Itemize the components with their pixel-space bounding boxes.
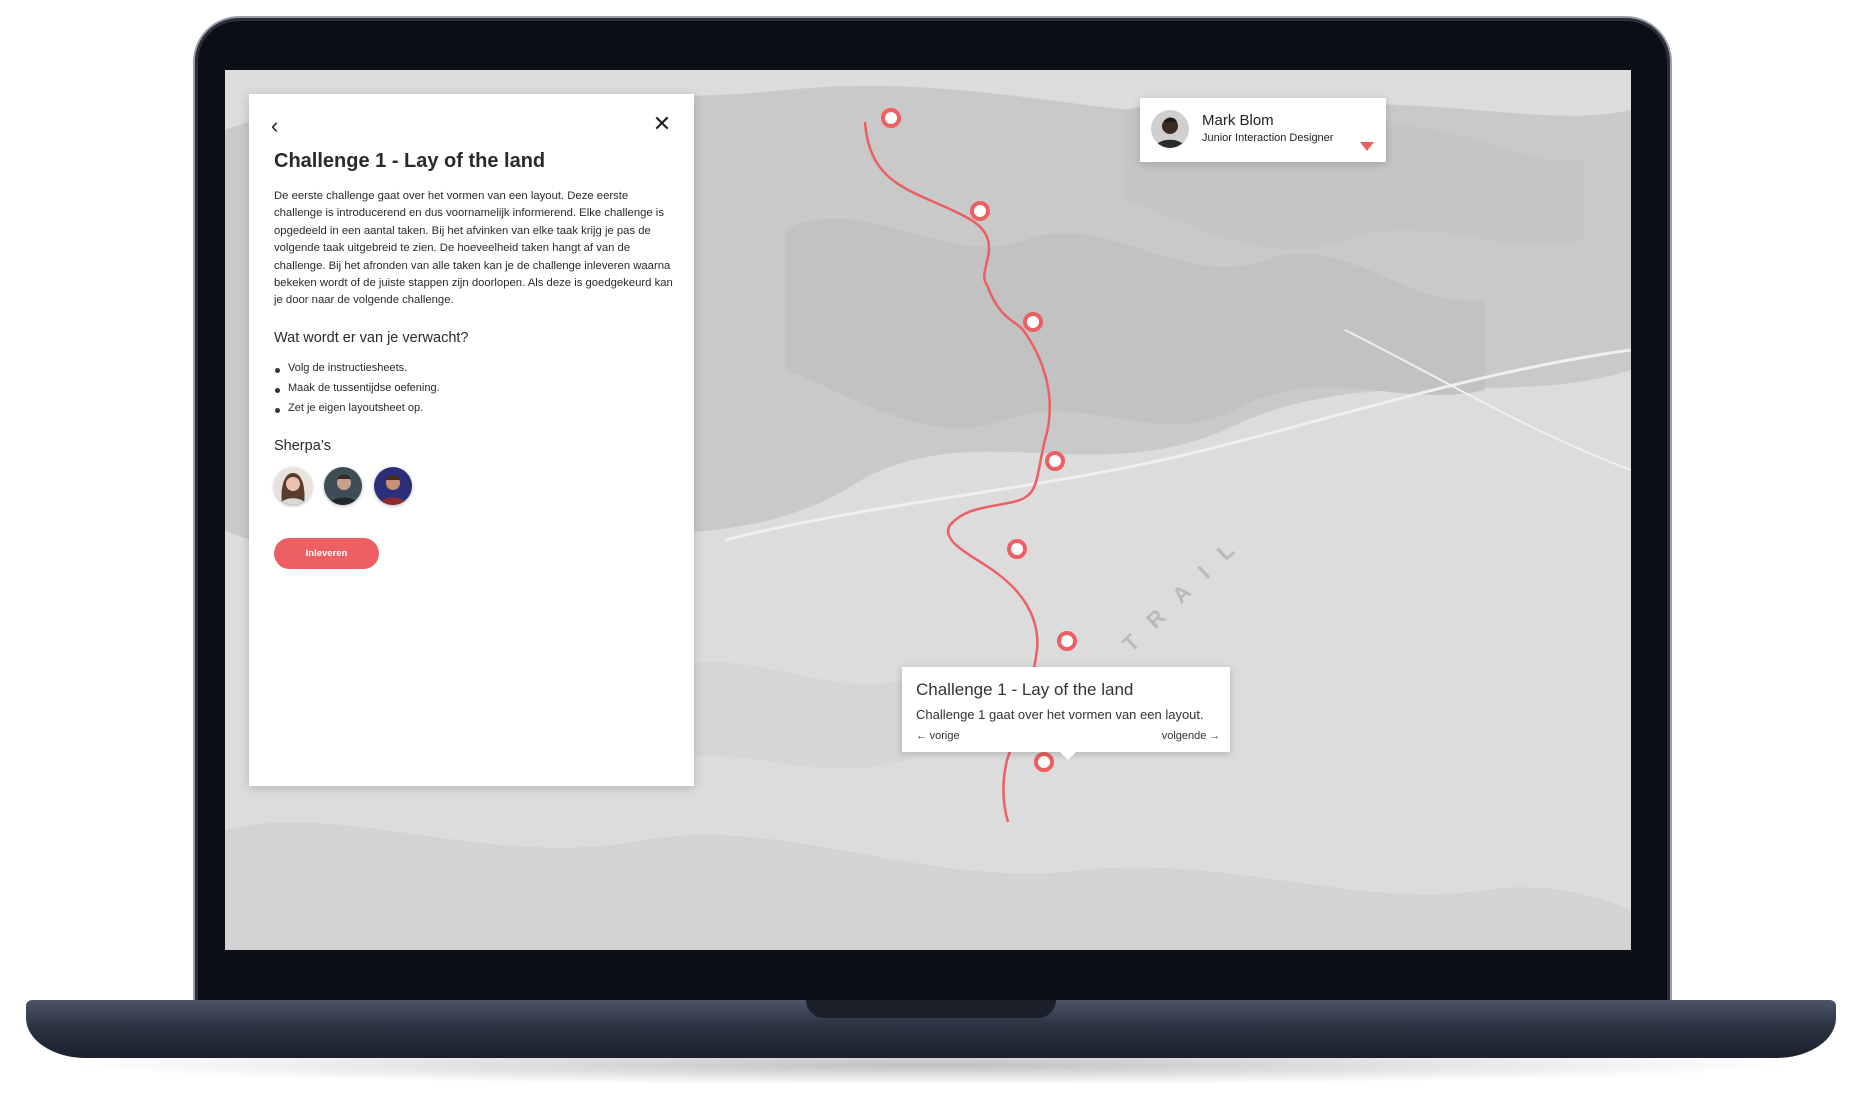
user-card[interactable]: Mark Blom Junior Interaction Designer (1140, 98, 1386, 162)
sherpa-avatar[interactable] (274, 467, 312, 505)
submit-button[interactable]: Inleveren (274, 538, 379, 569)
user-avatar (1151, 110, 1189, 148)
challenge-description: De eerste challenge gaat over het vormen… (274, 190, 673, 307)
user-role: Junior Interaction Designer (1202, 132, 1334, 144)
chevron-down-icon[interactable] (1360, 142, 1374, 151)
map-waypoint[interactable] (1007, 539, 1027, 559)
tooltip-next-label: volgende (1161, 730, 1207, 742)
list-item: Volg de instructiesheets. (274, 358, 440, 378)
chevron-left-icon[interactable]: ‹ (271, 115, 291, 137)
map-waypoint[interactable] (881, 108, 901, 128)
panel-title: Challenge 1 - Lay of the land (274, 150, 546, 172)
challenge-panel: ‹ ✕ Challenge 1 - Lay of the land De eer… (249, 94, 694, 786)
tooltip-description: Challenge 1 gaat over het vormen van een… (916, 707, 1204, 722)
map-waypoint[interactable] (1045, 451, 1065, 471)
arrow-left-icon: ← (916, 730, 927, 742)
list-item: Zet je eigen layoutsheet op. (274, 398, 440, 418)
tooltip-next-link[interactable]: volgende → (1162, 730, 1220, 742)
laptop-notch (806, 1000, 1056, 1018)
map-waypoint[interactable] (1023, 312, 1043, 332)
tooltip-title: Challenge 1 - Lay of the land (916, 680, 1134, 699)
list-item: Maak de tussentijdse oefening. (274, 378, 440, 398)
sherpas-heading: Sherpa’s (274, 438, 331, 454)
map-waypoint[interactable] (1057, 631, 1077, 651)
close-icon[interactable]: ✕ (652, 113, 672, 135)
app-screen: UI TRAIL Challenge 1 - Lay of the land C… (225, 70, 1631, 950)
user-name: Mark Blom (1202, 112, 1274, 129)
sherpa-avatar[interactable] (324, 467, 362, 505)
expectations-list: Volg de instructiesheets. Maak de tussen… (274, 358, 440, 418)
challenge-tooltip: Challenge 1 - Lay of the land Challenge … (902, 667, 1230, 760)
sherpa-avatar[interactable] (374, 467, 412, 505)
sherpas-list (274, 467, 412, 505)
tooltip-prev-label: vorige (929, 730, 960, 742)
arrow-right-icon: → (1209, 730, 1220, 742)
expectations-heading: Wat wordt er van je verwacht? (274, 330, 469, 346)
map-waypoint-active[interactable] (1034, 752, 1054, 772)
map-waypoint[interactable] (970, 201, 990, 221)
tooltip-prev-link[interactable]: ← vorige (916, 730, 960, 742)
